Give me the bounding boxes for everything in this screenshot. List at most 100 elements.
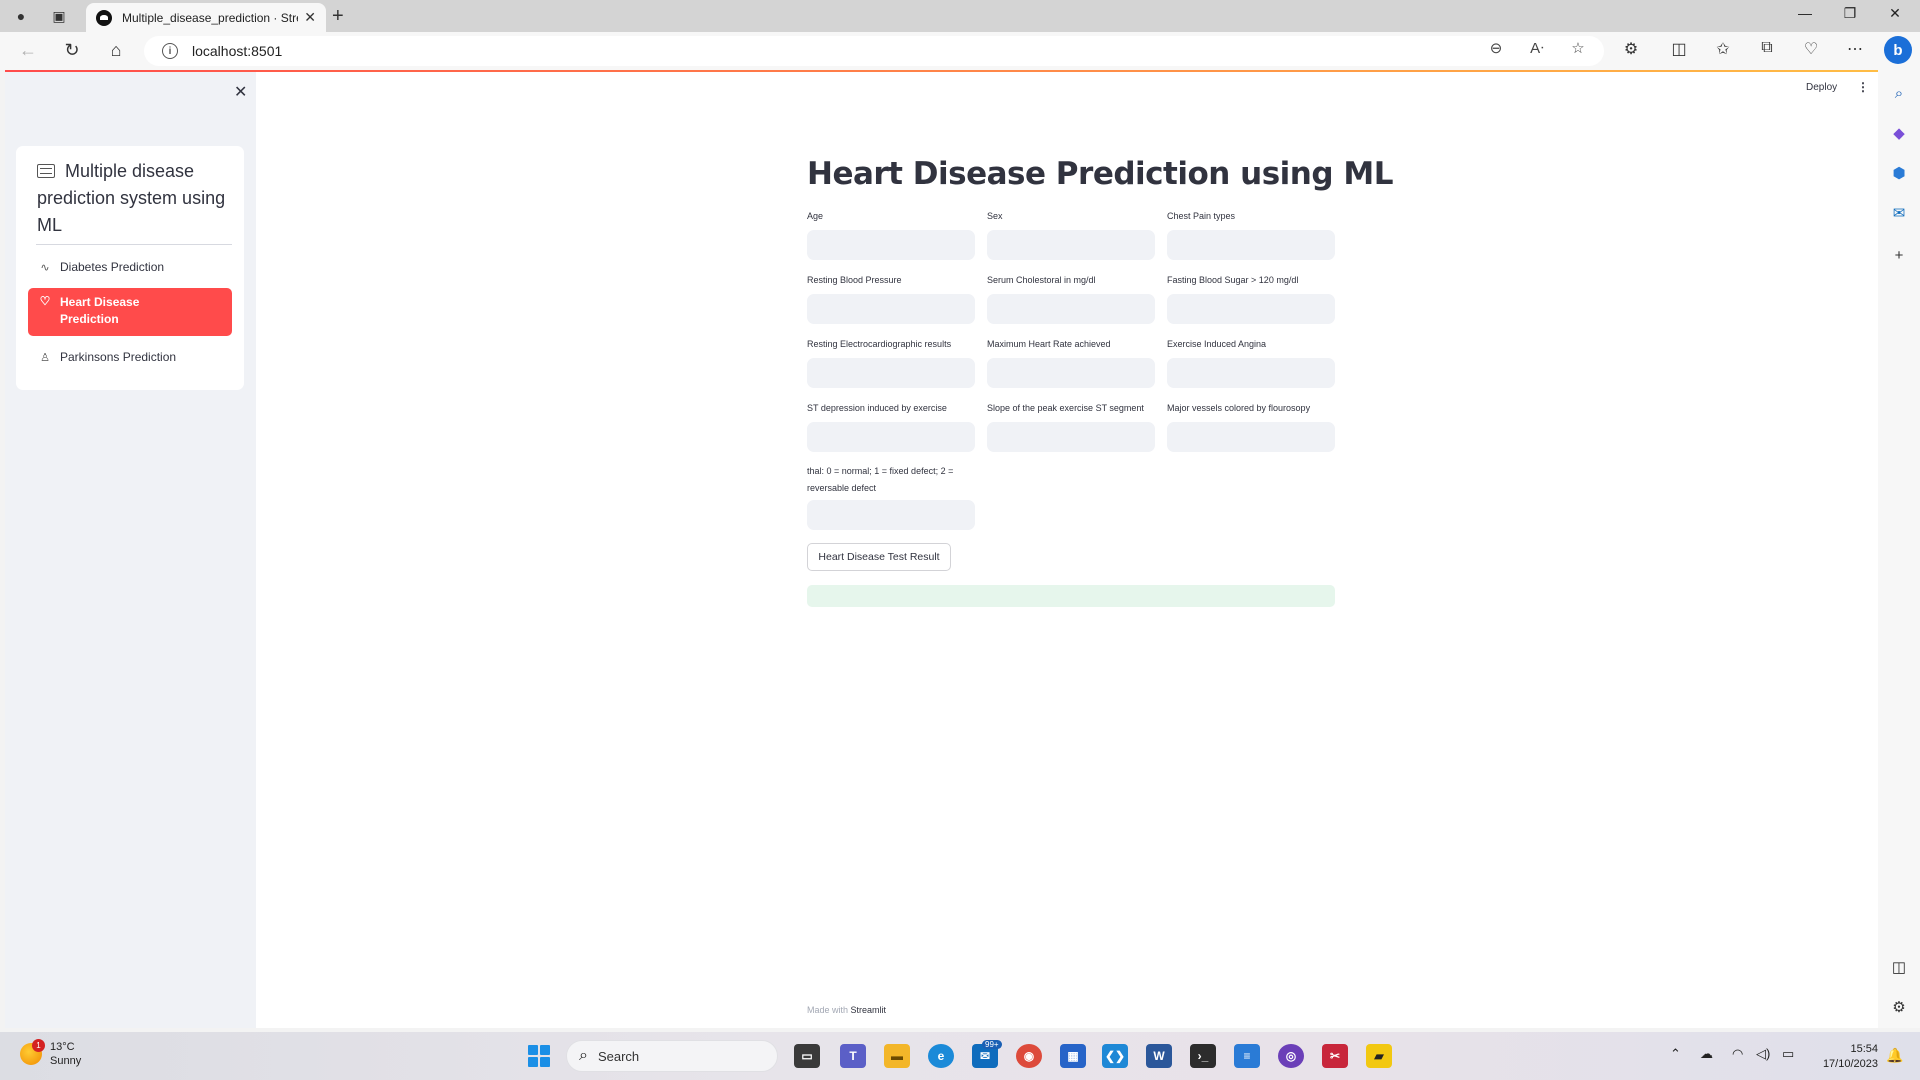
shopping-tag-icon[interactable]: ◆: [1888, 122, 1910, 144]
streamlit-app: ✕ Multiple disease prediction system usi…: [5, 70, 1878, 1028]
task-view-icon[interactable]: ▭: [794, 1044, 820, 1068]
deploy-button[interactable]: Deploy: [1806, 82, 1837, 93]
url-bar[interactable]: i localhost:8501: [144, 36, 1604, 66]
menu-divider: [36, 244, 232, 245]
major-vessels-input[interactable]: [1167, 422, 1335, 452]
snipping-tool-icon[interactable]: ✂: [1322, 1044, 1348, 1068]
browser-tab[interactable]: Multiple_disease_prediction · Streamlit …: [86, 3, 326, 32]
edge-icon[interactable]: e: [928, 1044, 954, 1068]
resting-bp-label: Resting Blood Pressure: [807, 275, 902, 285]
thal-label: thal: 0 = normal; 1 = fixed defect; 2 = …: [807, 466, 954, 493]
ecg-label: Resting Electrocardiographic results: [807, 339, 952, 349]
sidebar-item-label: Diabetes Prediction: [60, 260, 165, 274]
home-button[interactable]: ⌂: [104, 40, 128, 61]
app-sidebar: ✕ Multiple disease prediction system usi…: [5, 72, 256, 1028]
sidebar-item-diabetes[interactable]: ∿ Diabetes Prediction: [28, 256, 232, 278]
max-heart-rate-label: Maximum Heart Rate achieved: [987, 339, 1111, 349]
st-depression-input[interactable]: [807, 422, 975, 452]
age-input[interactable]: [807, 230, 975, 260]
settings-more-icon[interactable]: ⋯: [1842, 39, 1868, 59]
streamlit-link[interactable]: Streamlit: [851, 1005, 887, 1015]
restore-button[interactable]: ❐: [1835, 5, 1865, 22]
site-info-icon[interactable]: i: [162, 43, 178, 59]
browser-essentials-icon[interactable]: ♡: [1798, 39, 1824, 59]
windows-taskbar: 1 13°C Sunny ⌕ Search ▭ T ▬ e ✉ 99+ ◉ ▦ …: [0, 1032, 1920, 1080]
chest-pain-input[interactable]: [1167, 230, 1335, 260]
onedrive-icon[interactable]: ☁: [1700, 1046, 1713, 1062]
menu-title-text: Multiple disease prediction system using…: [37, 161, 226, 235]
sticky-notes-icon[interactable]: ▰: [1366, 1044, 1392, 1068]
store-icon[interactable]: ▦: [1060, 1044, 1086, 1068]
ecg-input[interactable]: [807, 358, 975, 388]
split-screen-icon[interactable]: ◫: [1666, 39, 1692, 59]
address-bar-row: ← ↻ ⌂ i localhost:8501 ⊖ Aᐧ ☆ ⚙ ◫ ✩ ⧉ ♡ …: [0, 32, 1920, 70]
terminal-icon[interactable]: ›_: [1190, 1044, 1216, 1068]
wifi-icon[interactable]: ◠: [1732, 1046, 1743, 1062]
read-aloud-icon[interactable]: Aᐧ: [1525, 39, 1549, 57]
st-slope-label: Slope of the peak exercise ST segment: [987, 403, 1144, 413]
extensions-icon[interactable]: ⚙: [1618, 39, 1644, 59]
profile-icon[interactable]: ●: [12, 7, 30, 25]
thal-input[interactable]: [807, 500, 975, 530]
cholesterol-input[interactable]: [987, 294, 1155, 324]
clock[interactable]: 15:54 17/10/2023: [1812, 1042, 1878, 1072]
sidebar-item-label: Parkinsons Prediction: [60, 350, 177, 364]
cholesterol-label: Serum Cholestoral in mg/dl: [987, 275, 1096, 285]
sidebar-item-parkinsons[interactable]: ♙ Parkinsons Prediction: [28, 346, 232, 368]
word-icon[interactable]: W: [1146, 1044, 1172, 1068]
sex-label: Sex: [987, 211, 1003, 221]
fasting-sugar-input[interactable]: [1167, 294, 1335, 324]
refresh-button[interactable]: ↻: [60, 40, 84, 61]
browser-tab-strip: ● ▣ Multiple_disease_prediction · Stream…: [0, 0, 1920, 32]
sidebar-close-icon[interactable]: ✕: [234, 82, 247, 102]
github-desktop-icon[interactable]: ◎: [1278, 1044, 1304, 1068]
max-heart-rate-input[interactable]: [987, 358, 1155, 388]
battery-icon[interactable]: ▭: [1782, 1046, 1794, 1062]
st-depression-label: ST depression induced by exercise: [807, 403, 947, 413]
new-tab-button[interactable]: +: [332, 5, 344, 28]
weather-widget[interactable]: 1 13°C Sunny: [20, 1039, 82, 1068]
major-vessels-label: Major vessels colored by flourosopy: [1167, 403, 1311, 413]
add-sidebar-app-icon[interactable]: +: [1888, 244, 1910, 266]
outlook-icon[interactable]: ✉: [1888, 202, 1910, 224]
sidebar-item-heart-disease[interactable]: ♡ Heart Disease Prediction: [28, 288, 232, 336]
taskbar-search[interactable]: ⌕ Search: [566, 1040, 778, 1072]
age-label: Age: [807, 211, 824, 221]
footer-prefix: Made with: [807, 1005, 849, 1015]
zoom-out-icon[interactable]: ⊖: [1484, 39, 1508, 57]
hide-sidebar-icon[interactable]: ◫: [1888, 956, 1910, 978]
back-button[interactable]: ←: [16, 40, 40, 61]
notepad-icon[interactable]: ≡: [1234, 1044, 1260, 1068]
start-button[interactable]: [528, 1045, 550, 1067]
chrome-icon[interactable]: ◉: [1016, 1044, 1042, 1068]
main-menu-icon[interactable]: ⋮: [1857, 80, 1869, 94]
games-icon[interactable]: ⬢: [1888, 162, 1910, 184]
streamlit-favicon-icon: [96, 9, 112, 26]
collections-icon[interactable]: ⧉: [1754, 39, 1780, 57]
resting-bp-input[interactable]: [807, 294, 975, 324]
favorite-star-icon[interactable]: ☆: [1566, 39, 1590, 57]
vscode-icon[interactable]: ❮❯: [1102, 1044, 1128, 1068]
search-icon[interactable]: ⌕: [1888, 82, 1910, 104]
tab-close-icon[interactable]: ✕: [304, 9, 316, 26]
weather-temp: 13°C: [50, 1041, 75, 1053]
favorites-icon[interactable]: ✩: [1710, 39, 1736, 59]
heart-disease-test-result-button[interactable]: Heart Disease Test Result: [807, 543, 951, 571]
show-hidden-icons-icon[interactable]: ⌃: [1670, 1046, 1681, 1062]
sex-input[interactable]: [987, 230, 1155, 260]
angina-input[interactable]: [1167, 358, 1335, 388]
copilot-icon[interactable]: b: [1884, 36, 1912, 64]
activity-icon: ∿: [40, 261, 50, 274]
volume-icon[interactable]: ◁): [1756, 1046, 1770, 1062]
st-slope-input[interactable]: [987, 422, 1155, 452]
teams-icon[interactable]: T: [840, 1044, 866, 1068]
weather-desc: Sunny: [50, 1055, 82, 1067]
sidebar-settings-icon[interactable]: ⚙: [1888, 996, 1910, 1018]
minimize-button[interactable]: —: [1790, 5, 1820, 21]
tab-actions-icon[interactable]: ▣: [50, 7, 68, 25]
sun-icon: 1: [20, 1039, 45, 1065]
notification-bell-icon[interactable]: 🔔: [1886, 1047, 1903, 1064]
file-explorer-icon[interactable]: ▬: [884, 1044, 910, 1068]
window-close-button[interactable]: ✕: [1880, 5, 1910, 22]
url-text: localhost:8501: [192, 43, 283, 59]
